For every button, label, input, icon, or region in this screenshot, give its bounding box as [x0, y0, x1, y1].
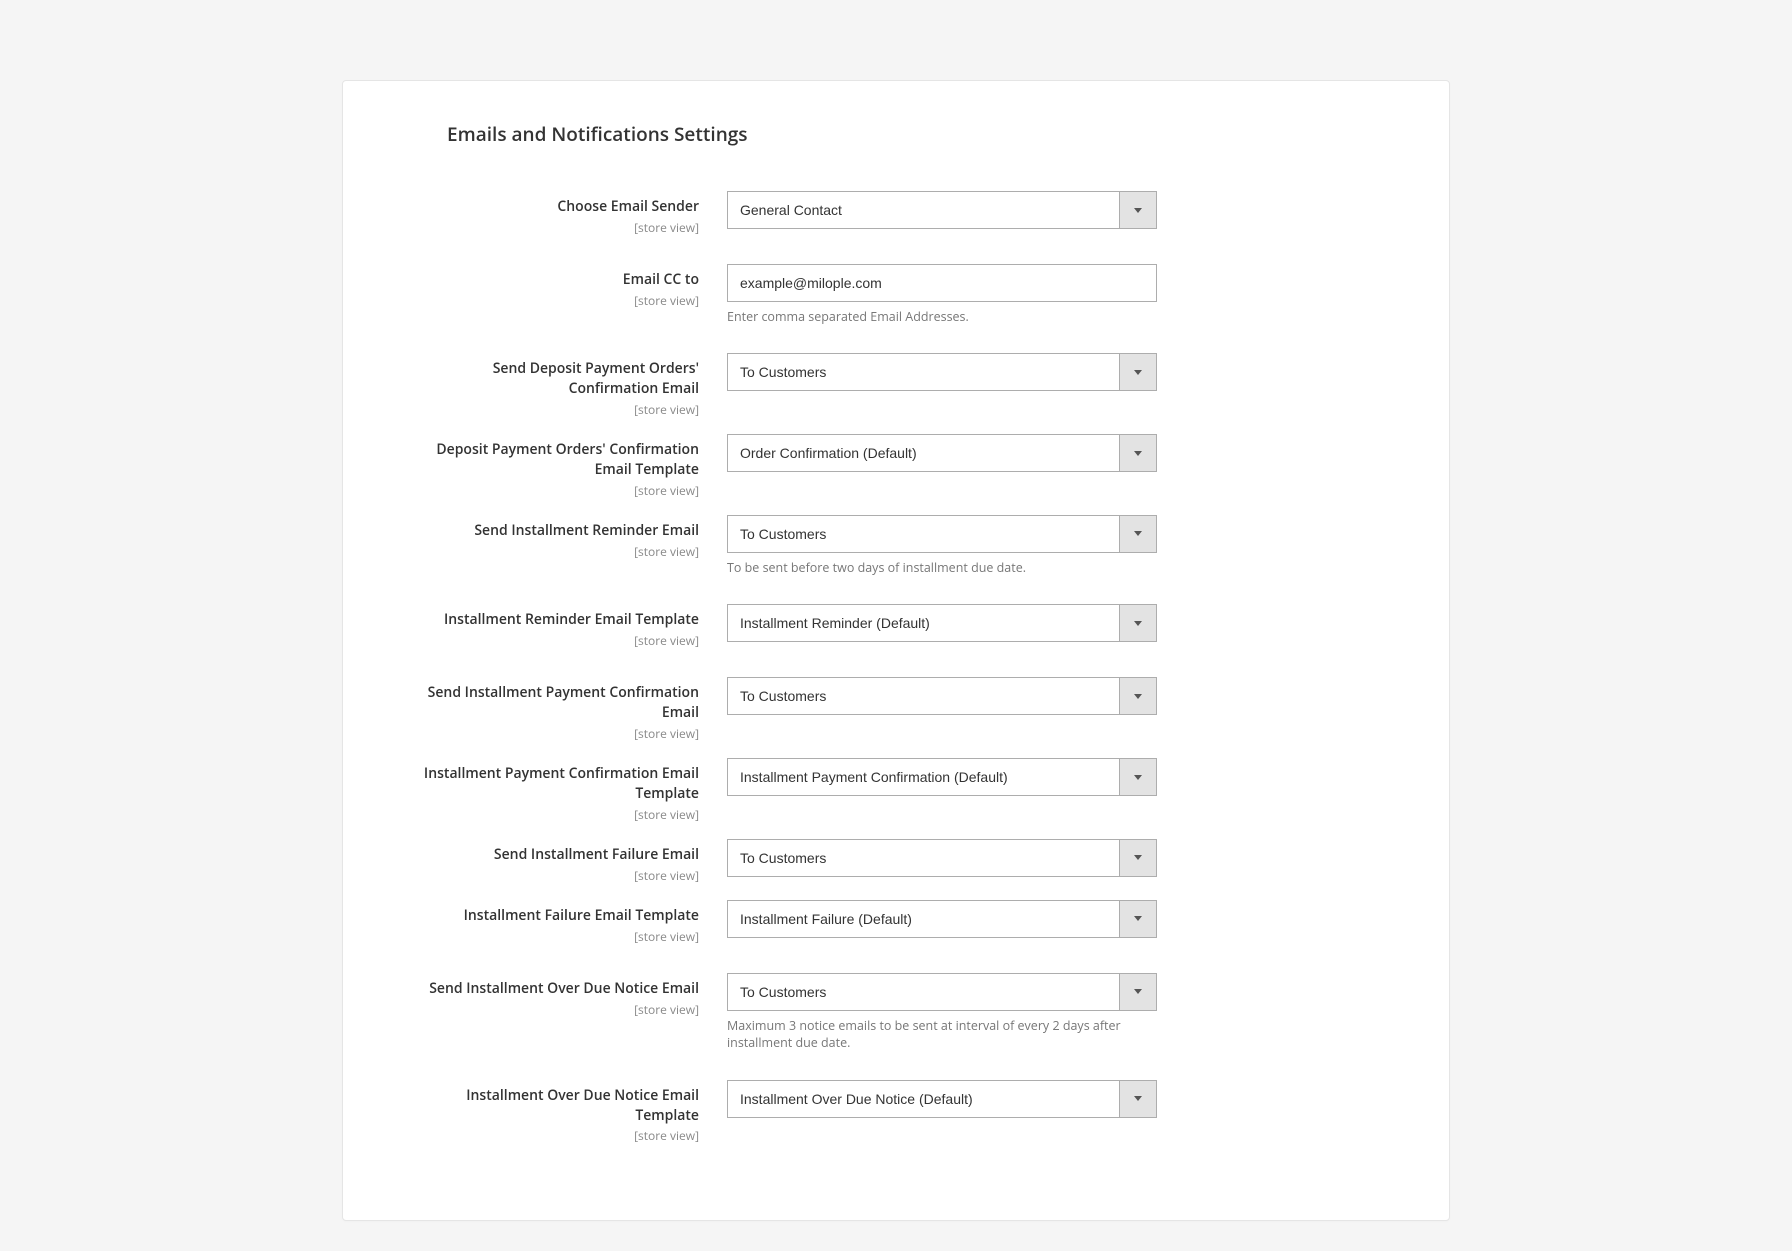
scope-label: [store view] — [403, 928, 699, 945]
row-installment-failure-send: Send Installment Failure Email [store vi… — [403, 839, 1389, 884]
label-installment-overdue-template: Installment Over Due Notice Email Templa… — [466, 1086, 699, 1125]
scope-label: [store view] — [403, 482, 699, 499]
scope-label: [store view] — [403, 1127, 699, 1144]
row-deposit-confirm-send: Send Deposit Payment Orders' Confirmatio… — [403, 353, 1389, 418]
label-col: Send Installment Failure Email [store vi… — [403, 839, 727, 884]
label-col: Deposit Payment Orders' Confirmation Ema… — [403, 434, 727, 499]
row-installment-overdue-template: Installment Over Due Notice Email Templa… — [403, 1080, 1389, 1145]
label-installment-reminder-template: Installment Reminder Email Template — [444, 610, 699, 629]
row-installment-failure-template: Installment Failure Email Template [stor… — [403, 900, 1389, 945]
help-installment-reminder: To be sent before two days of installmen… — [727, 559, 1157, 577]
field-col: To Customers Maximum 3 notice emails to … — [727, 973, 1157, 1052]
label-col: Send Installment Payment Confirmation Em… — [403, 677, 727, 742]
row-installment-payment-confirm-template: Installment Payment Confirmation Email T… — [403, 758, 1389, 823]
select-installment-payment-confirm-send[interactable]: To Customers — [727, 677, 1157, 715]
select-installment-reminder-send-control[interactable]: To Customers — [727, 515, 1157, 553]
scope-label: [store view] — [403, 1001, 699, 1018]
label-col: Send Installment Reminder Email [store v… — [403, 515, 727, 560]
help-installment-overdue: Maximum 3 notice emails to be sent at in… — [727, 1017, 1157, 1052]
field-col: Installment Over Due Notice (Default) — [727, 1080, 1157, 1118]
select-installment-failure-send-control[interactable]: To Customers — [727, 839, 1157, 877]
label-col: Installment Reminder Email Template [sto… — [403, 604, 727, 649]
scope-label: [store view] — [403, 632, 699, 649]
select-email-sender[interactable]: General Contact — [727, 191, 1157, 229]
field-col: General Contact — [727, 191, 1157, 229]
label-installment-reminder-send: Send Installment Reminder Email — [474, 521, 699, 540]
field-col: Installment Payment Confirmation (Defaul… — [727, 758, 1157, 796]
input-email-cc[interactable] — [727, 264, 1157, 302]
scope-label: [store view] — [403, 292, 699, 309]
scope-label: [store view] — [403, 219, 699, 236]
select-installment-overdue-send[interactable]: To Customers — [727, 973, 1157, 1011]
select-installment-payment-confirm-send-control[interactable]: To Customers — [727, 677, 1157, 715]
select-installment-reminder-send[interactable]: To Customers — [727, 515, 1157, 553]
select-installment-reminder-template-control[interactable]: Installment Reminder (Default) — [727, 604, 1157, 642]
row-installment-reminder-template: Installment Reminder Email Template [sto… — [403, 604, 1389, 649]
scope-label: [store view] — [403, 806, 699, 823]
field-col: To Customers — [727, 839, 1157, 877]
select-installment-payment-confirm-template-control[interactable]: Installment Payment Confirmation (Defaul… — [727, 758, 1157, 796]
label-col: Email CC to [store view] — [403, 264, 727, 309]
row-installment-payment-confirm-send: Send Installment Payment Confirmation Em… — [403, 677, 1389, 742]
label-col: Send Installment Over Due Notice Email [… — [403, 973, 727, 1018]
label-installment-payment-confirm-template: Installment Payment Confirmation Email T… — [424, 764, 699, 803]
label-col: Installment Payment Confirmation Email T… — [403, 758, 727, 823]
label-email-cc: Email CC to — [623, 270, 699, 289]
row-email-cc: Email CC to [store view] Enter comma sep… — [403, 264, 1389, 326]
field-col: To Customers — [727, 677, 1157, 715]
select-email-sender-control[interactable]: General Contact — [727, 191, 1157, 229]
select-installment-overdue-template[interactable]: Installment Over Due Notice (Default) — [727, 1080, 1157, 1118]
field-col: Enter comma separated Email Addresses. — [727, 264, 1157, 326]
label-email-sender: Choose Email Sender — [557, 197, 699, 216]
label-col: Installment Over Due Notice Email Templa… — [403, 1080, 727, 1145]
select-installment-reminder-template[interactable]: Installment Reminder (Default) — [727, 604, 1157, 642]
scope-label: [store view] — [403, 543, 699, 560]
label-installment-overdue-send: Send Installment Over Due Notice Email — [429, 979, 699, 998]
select-deposit-confirm-send[interactable]: To Customers — [727, 353, 1157, 391]
field-col: Order Confirmation (Default) — [727, 434, 1157, 472]
label-col: Send Deposit Payment Orders' Confirmatio… — [403, 353, 727, 418]
label-installment-failure-send: Send Installment Failure Email — [494, 845, 699, 864]
row-installment-overdue-send: Send Installment Over Due Notice Email [… — [403, 973, 1389, 1052]
label-deposit-confirm-send: Send Deposit Payment Orders' Confirmatio… — [493, 359, 699, 398]
select-installment-failure-template-control[interactable]: Installment Failure (Default) — [727, 900, 1157, 938]
settings-panel: Emails and Notifications Settings Choose… — [342, 80, 1450, 1221]
scope-label: [store view] — [403, 401, 699, 418]
row-deposit-confirm-template: Deposit Payment Orders' Confirmation Ema… — [403, 434, 1389, 499]
label-deposit-confirm-template: Deposit Payment Orders' Confirmation Ema… — [436, 440, 699, 479]
section-title: Emails and Notifications Settings — [403, 121, 1389, 147]
row-installment-reminder-send: Send Installment Reminder Email [store v… — [403, 515, 1389, 577]
label-installment-failure-template: Installment Failure Email Template — [464, 906, 699, 925]
scope-label: [store view] — [403, 725, 699, 742]
help-email-cc: Enter comma separated Email Addresses. — [727, 308, 1157, 326]
row-email-sender: Choose Email Sender [store view] General… — [403, 191, 1389, 236]
field-col: Installment Failure (Default) — [727, 900, 1157, 938]
scope-label: [store view] — [403, 867, 699, 884]
label-col: Choose Email Sender [store view] — [403, 191, 727, 236]
field-col: Installment Reminder (Default) — [727, 604, 1157, 642]
label-installment-payment-confirm-send: Send Installment Payment Confirmation Em… — [428, 683, 699, 722]
field-col: To Customers To be sent before two days … — [727, 515, 1157, 577]
select-installment-payment-confirm-template[interactable]: Installment Payment Confirmation (Defaul… — [727, 758, 1157, 796]
select-installment-failure-send[interactable]: To Customers — [727, 839, 1157, 877]
select-installment-failure-template[interactable]: Installment Failure (Default) — [727, 900, 1157, 938]
label-col: Installment Failure Email Template [stor… — [403, 900, 727, 945]
select-deposit-confirm-template[interactable]: Order Confirmation (Default) — [727, 434, 1157, 472]
select-installment-overdue-template-control[interactable]: Installment Over Due Notice (Default) — [727, 1080, 1157, 1118]
field-col: To Customers — [727, 353, 1157, 391]
select-deposit-confirm-template-control[interactable]: Order Confirmation (Default) — [727, 434, 1157, 472]
select-installment-overdue-send-control[interactable]: To Customers — [727, 973, 1157, 1011]
select-deposit-confirm-send-control[interactable]: To Customers — [727, 353, 1157, 391]
